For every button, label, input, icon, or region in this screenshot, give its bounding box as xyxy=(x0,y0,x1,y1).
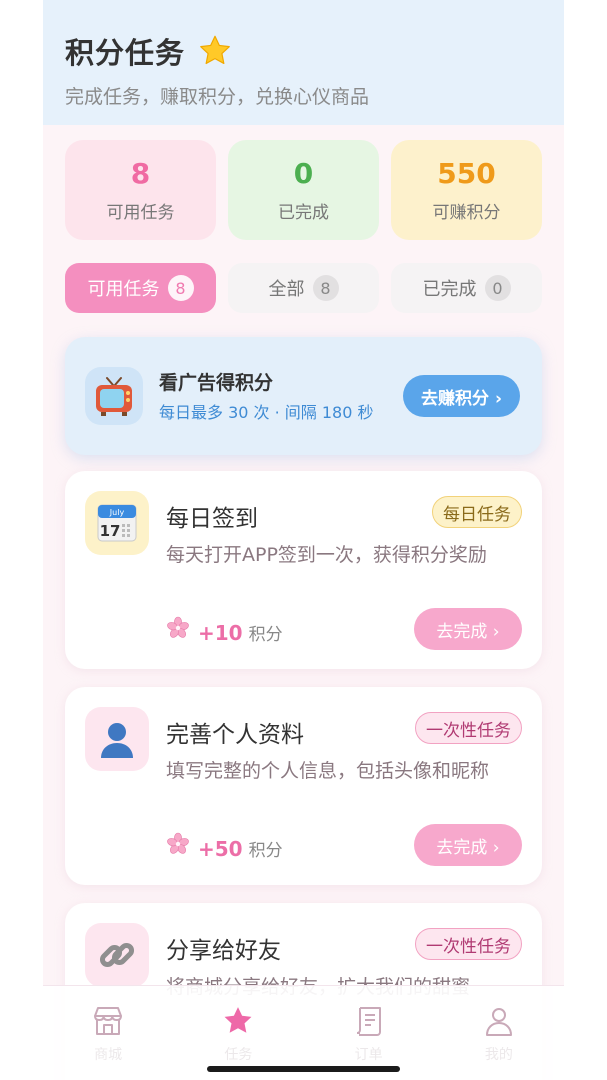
go-complete-button[interactable]: 去完成 › xyxy=(414,824,522,866)
star-icon xyxy=(224,1007,252,1033)
task-points: +10 xyxy=(198,621,243,645)
calendar-month: July xyxy=(109,508,125,517)
ad-reward-card: 看广告得积分 每日最多 30 次 · 间隔 180 秒 去赚积分 › xyxy=(65,337,542,455)
store-icon xyxy=(94,1007,123,1035)
stat-earnable-points: 550 可赚积分 xyxy=(391,140,542,240)
page-title: 积分任务 xyxy=(65,36,186,70)
home-indicator xyxy=(207,1066,400,1072)
stat-value: 8 xyxy=(130,157,151,190)
task-type-badge: 一次性任务 xyxy=(415,928,522,960)
ad-subtitle: 每日最多 30 次 · 间隔 180 秒 xyxy=(159,402,374,422)
tv-icon xyxy=(85,367,143,425)
task-points: +50 xyxy=(198,837,243,861)
task-reward: +10 积分 xyxy=(166,616,283,645)
tab-label: 可用任务 xyxy=(87,279,160,300)
task-description: 每天打开APP签到一次，获得积分奖励 xyxy=(166,544,487,566)
task-name: 每日签到 xyxy=(166,506,258,532)
star-icon xyxy=(200,35,230,65)
title-row: 积分任务 xyxy=(65,30,542,72)
tab-count-badge: 0 xyxy=(484,275,511,301)
page-subtitle: 完成任务，赚取积分，兑换心仪商品 xyxy=(65,86,370,108)
nav-label: 任务 xyxy=(224,1047,253,1063)
page-header: 积分任务 完成任务，赚取积分，兑换心仪商品 xyxy=(43,0,564,125)
tab-label: 全部 xyxy=(268,279,305,300)
calendar-day: 17 xyxy=(100,522,121,540)
stats-row: 8 可用任务 0 已完成 550 可赚积分 xyxy=(65,140,542,240)
stat-completed: 0 已完成 xyxy=(228,140,379,240)
stat-label: 已完成 xyxy=(278,203,329,223)
nav-label: 商城 xyxy=(94,1047,123,1063)
link-icon xyxy=(85,923,149,987)
task-description: 填写完整的个人信息，包括头像和昵称 xyxy=(166,760,490,782)
tab-label: 已完成 xyxy=(422,279,477,300)
stat-label: 可赚积分 xyxy=(432,203,501,223)
user-icon xyxy=(85,707,149,771)
sakura-icon xyxy=(167,616,189,638)
task-name: 分享给好友 xyxy=(166,938,281,964)
app-screen: 积分任务 完成任务，赚取积分，兑换心仪商品 8 可用任务 0 已完成 550 可… xyxy=(43,0,564,1080)
stat-available-tasks: 8 可用任务 xyxy=(65,140,216,240)
tab-count-badge: 8 xyxy=(312,275,339,301)
nav-label: 订单 xyxy=(354,1047,383,1063)
task-type-badge: 每日任务 xyxy=(432,496,522,528)
receipt-icon xyxy=(356,1007,381,1036)
sakura-icon xyxy=(167,832,189,854)
tab-completed[interactable]: 已完成 0 xyxy=(391,263,542,313)
profile-icon xyxy=(485,1008,512,1036)
task-card-complete-profile: 完善个人资料 一次性任务 填写完整的个人信息，包括头像和昵称 +50 积分 去完… xyxy=(65,687,542,885)
task-name: 完善个人资料 xyxy=(166,722,304,748)
stat-label: 可用任务 xyxy=(106,203,175,223)
stat-value: 550 xyxy=(437,157,496,190)
filter-tabs: 可用任务 8 全部 8 已完成 0 xyxy=(65,263,542,313)
stat-value: 0 xyxy=(293,157,314,190)
ad-text: 看广告得积分 每日最多 30 次 · 间隔 180 秒 xyxy=(159,368,389,425)
tab-all[interactable]: 全部 8 xyxy=(228,263,379,313)
earn-points-button[interactable]: 去赚积分 › xyxy=(403,375,520,417)
tab-available[interactable]: 可用任务 8 xyxy=(65,263,216,313)
task-points-unit: 积分 xyxy=(248,625,283,645)
nav-label: 我的 xyxy=(484,1047,513,1063)
task-card-daily-checkin: July 17 每日签到 每日任务 每天打开APP签到一次，获得积分奖励 +10… xyxy=(65,471,542,669)
ad-title: 看广告得积分 xyxy=(159,371,274,394)
task-points-unit: 积分 xyxy=(248,841,283,861)
go-complete-button[interactable]: 去完成 › xyxy=(414,608,522,650)
task-type-badge: 一次性任务 xyxy=(415,712,522,744)
nav-item-store[interactable]: 商城 xyxy=(43,986,173,1080)
tab-count-badge: 8 xyxy=(167,275,194,301)
task-reward: +50 积分 xyxy=(166,832,283,861)
nav-item-profile[interactable]: 我的 xyxy=(434,986,564,1080)
calendar-icon: July 17 xyxy=(85,491,149,555)
